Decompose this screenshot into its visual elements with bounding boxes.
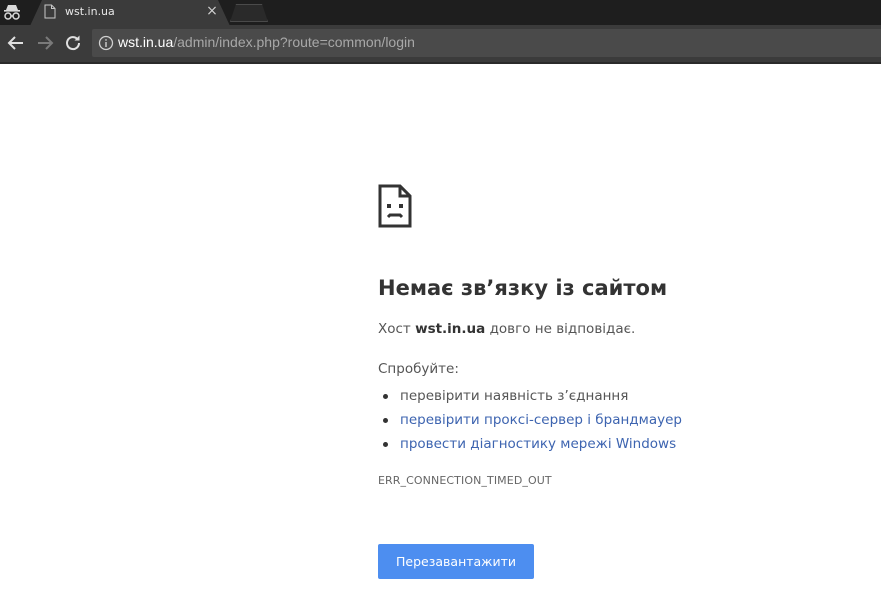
info-icon[interactable] <box>98 35 114 51</box>
arrow-left-icon[interactable] <box>5 32 27 54</box>
new-tab-button[interactable] <box>230 4 268 22</box>
suggestion-check-proxy-link[interactable]: перевірити проксі-сервер і брандмауер <box>383 408 682 432</box>
incognito-icon <box>4 5 20 20</box>
close-tab-icon[interactable]: × <box>205 2 219 20</box>
page-icon <box>44 4 56 19</box>
tab-title: wst.in.ua <box>65 5 115 18</box>
address-bar[interactable]: wst.in.ua/admin/index.php?route=common/l… <box>92 29 881 57</box>
reload-button[interactable]: Перезавантажити <box>378 544 534 579</box>
toolbar-divider <box>0 62 881 64</box>
error-summary: Хост wst.in.ua довго не відповідає. <box>378 321 635 337</box>
summary-suffix: довго не відповідає. <box>485 321 636 337</box>
url-text: wst.in.ua/admin/index.php?route=common/l… <box>118 34 415 50</box>
error-code: ERR_CONNECTION_TIMED_OUT <box>378 474 552 487</box>
reload-icon[interactable] <box>62 32 84 54</box>
suggestions-list: перевірити наявність з’єднання перевірит… <box>383 384 682 456</box>
summary-host: wst.in.ua <box>415 321 486 337</box>
tab-active[interactable] <box>30 0 230 26</box>
url-host: wst.in.ua <box>118 34 174 50</box>
arrow-right-icon[interactable] <box>34 32 56 54</box>
summary-prefix: Хост <box>378 321 416 337</box>
suggestion-check-connection: перевірити наявність з’єднання <box>383 384 682 408</box>
url-path: /admin/index.php?route=common/login <box>173 34 415 50</box>
tab-strip: wst.in.ua × <box>0 0 881 26</box>
sad-page-icon <box>378 184 412 228</box>
suggestion-run-diagnostics-link[interactable]: провести діагностику мережі Windows <box>383 432 682 456</box>
suggestions-label: Спробуйте: <box>378 361 459 377</box>
browser-toolbar: wst.in.ua/admin/index.php?route=common/l… <box>0 25 881 62</box>
error-headline: Немає зв’язку із сайтом <box>378 276 668 300</box>
